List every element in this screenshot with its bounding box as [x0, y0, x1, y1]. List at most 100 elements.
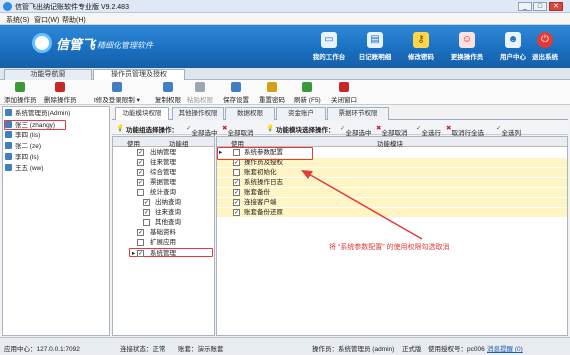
checkbox-unchecked[interactable] — [143, 219, 150, 226]
cancel-row-button[interactable]: ✖ 取消行全选 — [446, 124, 484, 137]
checkbox-checked[interactable] — [233, 199, 240, 206]
close-button[interactable]: ✕ — [549, 2, 563, 11]
operator-list: 系统管理员(Admin) 张三 (zhangy) 李四 (lis) 张二 (ze… — [2, 106, 110, 336]
select-row-button[interactable]: ✓ 全选行 — [416, 124, 441, 137]
checkbox-unchecked[interactable] — [233, 169, 240, 176]
message-link[interactable]: 消息提醒 (0) — [487, 343, 523, 353]
reset-password-icon — [267, 82, 277, 92]
checkbox-checked[interactable] — [137, 149, 144, 156]
operator-item-ww[interactable]: 王五 (ww) — [5, 164, 44, 174]
operator-item-lis[interactable]: 李四 (lis) — [5, 131, 40, 141]
checkbox-checked[interactable] — [137, 229, 144, 236]
checkbox-checked[interactable] — [143, 209, 150, 216]
tab-module-permission[interactable]: 功能模块权限 — [115, 107, 169, 120]
toolbar-label: 刷新 (F5) — [294, 97, 321, 104]
row-label: 账套初始化 — [244, 169, 277, 176]
maximize-button[interactable]: □ — [533, 2, 547, 11]
checkbox-checked[interactable] — [137, 250, 144, 257]
module-op-label: 功能模块选择操作： — [276, 127, 335, 134]
tab-fund-account[interactable]: 资金账户 — [276, 107, 326, 120]
group-cancel-all-button[interactable]: ✖ 全部取消 — [222, 124, 253, 137]
user-switch-icon: ☺ — [459, 32, 475, 48]
title-bar: 信管飞出纳记账软件专业版 V9.2.483 _ □ ✕ — [0, 0, 570, 13]
toolbar-label: 关闭窗口 — [331, 97, 357, 104]
grid-row[interactable]: 出纳管理 — [113, 148, 214, 157]
grid-row[interactable]: 基础资料 — [113, 228, 214, 237]
app-icon — [3, 2, 12, 11]
save-settings-button[interactable]: 保存设置 — [223, 82, 249, 104]
close-window-button[interactable]: 关闭窗口 — [331, 82, 357, 104]
checkbox-unchecked[interactable] — [137, 239, 144, 246]
operator-item-ls[interactable]: 李四 (ls) — [5, 153, 39, 163]
grid-row[interactable]: 其他查询 — [113, 218, 214, 227]
permission-tabs: 功能模块权限 其他操作权限 数据权限 资金账户 票据环节权限 — [112, 106, 568, 120]
grid-row[interactable]: 出纳查询 — [113, 198, 214, 207]
highlight-box — [217, 147, 313, 160]
grid-row[interactable]: 综合管理 — [113, 168, 214, 177]
operator-item-admin[interactable]: 系统管理员(Admin) — [5, 109, 70, 119]
user-icon — [5, 164, 12, 171]
delete-operator-button[interactable]: 删除操作员 — [44, 82, 77, 104]
grid-row[interactable]: 往来管理 — [113, 158, 214, 167]
row-label: 票据管理 — [150, 179, 176, 186]
tool-label: 我的工作台 — [312, 54, 346, 61]
operator-name: 张二 (ze) — [15, 143, 41, 150]
operator-item-ze[interactable]: 张二 (ze) — [5, 142, 41, 152]
checkbox-checked[interactable] — [137, 159, 144, 166]
my-workbench-button[interactable]: ▭ 我的工作台 — [306, 30, 352, 66]
user-icon — [5, 153, 12, 160]
edit-login-limit-button[interactable]: t修及登录限制 ▾ — [94, 82, 140, 104]
checkbox-checked[interactable] — [233, 159, 240, 166]
checkbox-checked[interactable] — [137, 169, 144, 176]
operator-name: 张三 (zhangy) — [15, 122, 56, 129]
paste-permission-button[interactable]: 粘贴权限 — [187, 82, 213, 104]
checkbox-checked[interactable] — [233, 189, 240, 196]
checkbox-checked[interactable] — [233, 209, 240, 216]
bulb-icon: 💡 — [116, 125, 125, 132]
tab-data-permission[interactable]: 数据权限 — [225, 107, 275, 120]
group-select-all-button[interactable]: ✓ 全部选中 — [186, 124, 217, 137]
row-label: 扩展应用 — [150, 239, 176, 246]
toolbar: 添加操作员 删除操作员 t修及登录限制 ▾ 复制权限 粘贴权限 保存设置 重置密… — [0, 80, 570, 105]
checkbox-checked[interactable] — [137, 179, 144, 186]
operator-status: 操作员：系统管理员 (admin) — [312, 346, 395, 353]
minimize-button[interactable]: _ — [518, 2, 532, 11]
tab-other-permission[interactable]: 其他操作权限 — [172, 107, 224, 120]
menu-help[interactable]: 帮助(H) — [62, 15, 86, 25]
tab-bill-permission[interactable]: 票据环节权限 — [327, 107, 389, 120]
grid-row[interactable]: 扩展应用 — [113, 238, 214, 247]
module-select-all-button[interactable]: ✓ 全部选中 — [340, 124, 371, 137]
tab-function-nav[interactable]: 功能导航窗 — [4, 69, 92, 80]
reset-password-button[interactable]: 重置密码 — [259, 82, 285, 104]
menu-window[interactable]: 窗口(W) — [34, 15, 59, 25]
operator-item-zhangy[interactable]: 张三 (zhangy) — [4, 120, 66, 130]
refresh-button[interactable]: 刷新 (F5) — [294, 82, 321, 104]
add-operator-button[interactable]: 添加操作员 — [4, 82, 37, 104]
grid-row[interactable]: 往来查询 — [113, 208, 214, 217]
change-password-button[interactable]: ⚷ 修改密码 — [398, 30, 444, 66]
checkbox-checked[interactable] — [143, 199, 150, 206]
module-cancel-all-button[interactable]: ✖ 全部取消 — [376, 124, 407, 137]
row-label: 账套备份 — [244, 189, 270, 196]
operator-name: 王五 (ww) — [15, 165, 44, 172]
tab-operator-management[interactable]: 操作员管理及授权 — [93, 69, 185, 80]
copy-permission-button[interactable]: 复制权限 — [155, 82, 181, 104]
grid-row[interactable]: 票据管理 — [113, 178, 214, 187]
monitor-icon: ▭ — [321, 32, 337, 48]
select-col-button[interactable]: ✓ 全选列 — [496, 124, 521, 137]
save-icon — [231, 82, 241, 92]
annotation-arrow — [301, 170, 423, 240]
menu-system[interactable]: 系统(S) — [6, 15, 29, 25]
account-status: 账套：演示账套 — [178, 346, 224, 353]
exit-system-button[interactable]: ⏻ 退出系统 — [522, 30, 568, 66]
row-label: 账套备份还原 — [244, 209, 283, 216]
status-bar: 应用中心：127.0.0.1:7092 连接状态：正常 账套：演示账套 操作员：… — [0, 337, 570, 355]
checkbox-unchecked[interactable] — [137, 189, 144, 196]
grid-row[interactable]: 统计查询 — [113, 188, 214, 197]
journal-detail-button[interactable]: ▤ 日记账明细 — [352, 30, 398, 66]
switch-operator-button[interactable]: ☺ 更换操作员 — [444, 30, 490, 66]
row-label: 出纳管理 — [150, 149, 176, 156]
checkbox-checked[interactable] — [233, 179, 240, 186]
connection-status: 连接状态：正常 — [120, 346, 166, 353]
grid-row[interactable]: 系统管理 ▸ — [129, 248, 213, 257]
